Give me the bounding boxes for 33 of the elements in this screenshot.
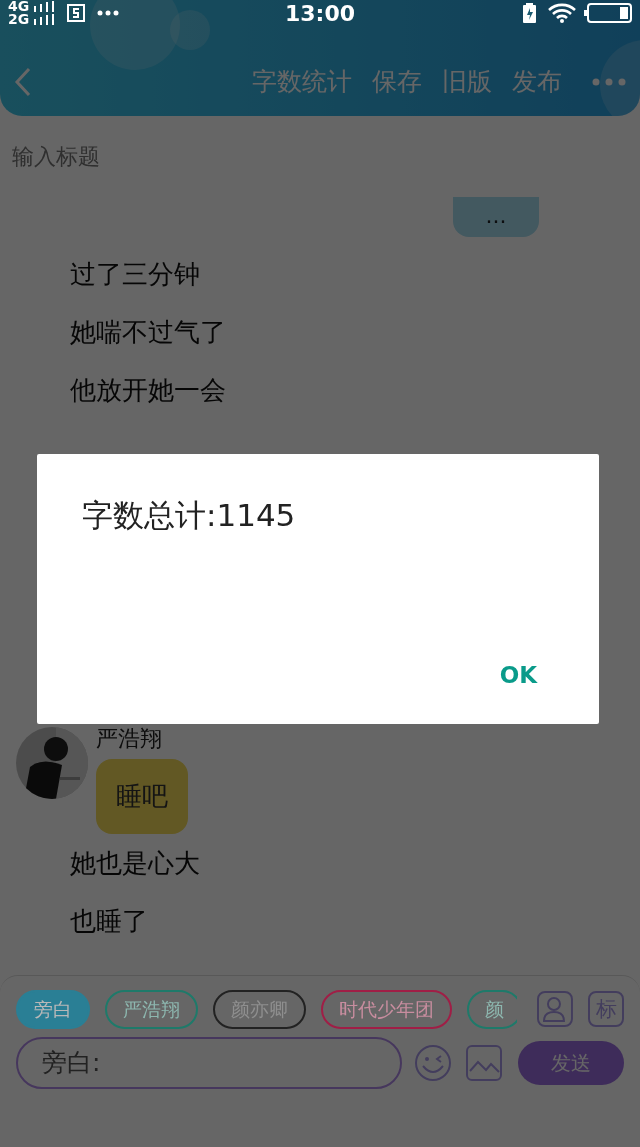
- battery-icon: [584, 3, 632, 23]
- person-icon[interactable]: [537, 991, 574, 1028]
- more-icon[interactable]: [592, 78, 626, 86]
- signal-icon: [33, 14, 56, 25]
- header-action[interactable]: 旧版: [442, 63, 492, 101]
- image-icon[interactable]: [466, 1044, 502, 1081]
- role-chip[interactable]: 颜: [467, 990, 518, 1029]
- ok-button[interactable]: OK: [499, 658, 537, 693]
- narration-text: 他放开她一会: [70, 374, 227, 407]
- app-notification-icon: [67, 4, 86, 22]
- narration-text: 过了三分钟: [70, 258, 201, 291]
- role-chip[interactable]: 旁白: [16, 990, 90, 1029]
- narration-text: 也睡了: [70, 905, 149, 938]
- emoji-icon[interactable]: [414, 1043, 452, 1082]
- dialog-message: 字数总计:1145: [82, 496, 296, 535]
- message-bubble: 睡吧: [96, 759, 188, 834]
- header-action[interactable]: 发布: [512, 63, 562, 101]
- character-name: 严浩翔: [96, 727, 163, 751]
- network-label: 4G: [8, 0, 30, 13]
- message-input[interactable]: 旁白:: [16, 1036, 402, 1089]
- signal-icon: [33, 1, 56, 12]
- message-bubble: ...: [453, 197, 539, 237]
- time-text: 13:00: [285, 0, 355, 28]
- header-action[interactable]: 字数统计: [252, 63, 352, 101]
- wifi-icon: [548, 3, 576, 23]
- header-action[interactable]: 保存: [372, 63, 422, 101]
- role-chip[interactable]: 时代少年团: [321, 990, 452, 1029]
- charging-icon: [523, 3, 536, 23]
- back-icon[interactable]: [14, 67, 32, 97]
- role-chip[interactable]: 严浩翔: [105, 990, 198, 1029]
- network-label: 2G: [8, 13, 30, 26]
- narration-text: 她喘不过气了: [70, 316, 227, 349]
- narration-text: 她也是心大: [70, 847, 201, 880]
